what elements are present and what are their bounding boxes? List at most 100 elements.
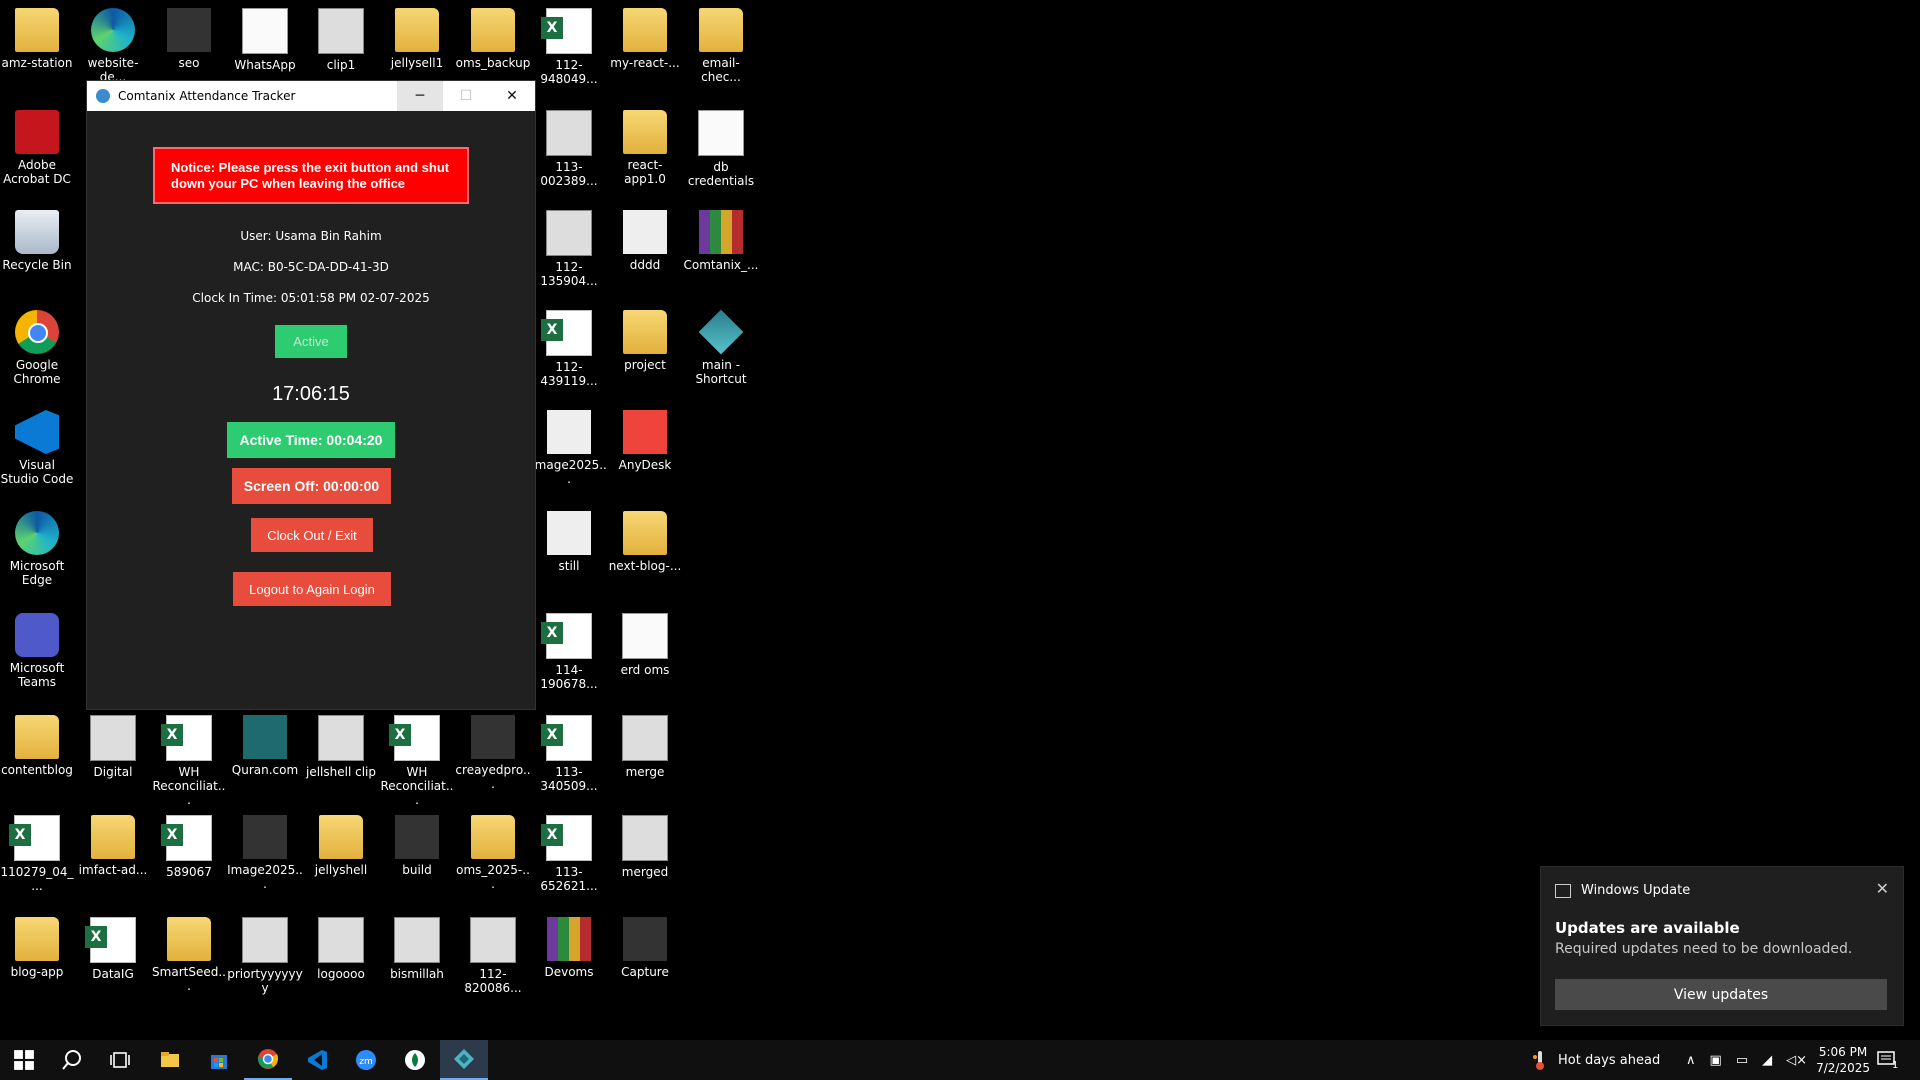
desktop-icon-teams[interactable]: Microsoft Teams bbox=[0, 613, 75, 689]
windows-start-icon bbox=[14, 1050, 34, 1070]
desktop-icon-recycle-bin[interactable]: Recycle Bin bbox=[0, 210, 75, 272]
search-button[interactable] bbox=[48, 1040, 96, 1080]
desktop-icon-excel[interactable]: 589067 bbox=[151, 815, 227, 879]
desktop-icon-folder[interactable]: jellyshell bbox=[303, 815, 379, 877]
desktop-icon-excel[interactable]: 114-190678... bbox=[531, 613, 607, 691]
desktop-icon-folder[interactable]: my-react-... bbox=[607, 8, 683, 70]
taskbar-clock[interactable]: 5:06 PM 7/2/2025 bbox=[1816, 1044, 1870, 1076]
desktop-icon-excel[interactable]: 112-948049... bbox=[531, 8, 607, 86]
desktop-icon-image[interactable]: jellshell clip bbox=[303, 715, 379, 779]
app-icon bbox=[405, 1050, 425, 1070]
taskbar-app[interactable] bbox=[391, 1040, 439, 1080]
desktop-icon-vscode[interactable]: Visual Studio Code bbox=[0, 410, 75, 486]
desktop-icon-excel[interactable]: WH Reconciliat... bbox=[379, 715, 455, 807]
desktop-icon-document[interactable]: WhatsApp bbox=[227, 8, 303, 72]
notification-close-button[interactable]: ✕ bbox=[1876, 879, 1889, 898]
desktop-icon-image[interactable]: logoooo bbox=[303, 917, 379, 981]
network-icon[interactable]: ◢ bbox=[1762, 1053, 1772, 1068]
desktop-icon-acrobat[interactable]: Adobe Acrobat DC bbox=[0, 110, 75, 186]
taskbar-vscode[interactable] bbox=[293, 1040, 341, 1080]
start-button[interactable] bbox=[0, 1040, 48, 1080]
desktop-icon-image[interactable]: merge bbox=[607, 715, 683, 779]
taskbar-attendance-tracker[interactable] bbox=[440, 1040, 488, 1080]
task-view-button[interactable] bbox=[96, 1040, 144, 1080]
windows-update-notification[interactable]: Windows Update ✕ Updates are available R… bbox=[1540, 866, 1904, 1026]
image-icon bbox=[622, 815, 668, 861]
desktop-icon-folder[interactable]: contentblog bbox=[0, 715, 75, 777]
desktop-icon-image[interactable]: 112-820086... bbox=[455, 917, 531, 995]
desktop-icon-rar[interactable]: Devoms bbox=[531, 917, 607, 979]
close-button[interactable]: ✕ bbox=[489, 81, 535, 111]
desktop-icon-excel[interactable]: 112-439119... bbox=[531, 310, 607, 388]
desktop-icon-image[interactable]: Image2025... bbox=[227, 815, 303, 891]
desktop-icon-image[interactable]: dddd bbox=[607, 210, 683, 272]
mac-address: MAC: B0-5C-DA-DD-41-3D bbox=[233, 260, 389, 274]
desktop-icon-image[interactable]: seo bbox=[151, 8, 227, 70]
zoom-icon: zm bbox=[356, 1050, 376, 1070]
folder-icon bbox=[319, 815, 363, 859]
maximize-button[interactable]: ☐ bbox=[443, 81, 489, 111]
desktop-icon-document[interactable]: db credentials bbox=[683, 110, 759, 188]
svg-text:zm: zm bbox=[359, 1057, 373, 1067]
desktop-icon-image[interactable]: still bbox=[531, 511, 607, 573]
desktop-icon-main-shortcut[interactable]: main - Shortcut bbox=[683, 309, 759, 386]
view-updates-button[interactable]: View updates bbox=[1555, 979, 1887, 1010]
desktop-icon-excel[interactable]: DataIG bbox=[75, 917, 151, 981]
desktop-icon-excel[interactable]: 113-340509... bbox=[531, 715, 607, 793]
chevron-up-icon[interactable]: ∧ bbox=[1686, 1053, 1696, 1068]
desktop-icon-folder[interactable]: email-chec... bbox=[683, 8, 759, 84]
desktop-icon-chrome[interactable]: Google Chrome bbox=[0, 310, 75, 386]
notification-header: Windows Update bbox=[1555, 883, 1690, 898]
security-icon[interactable]: ▣ bbox=[1710, 1053, 1722, 1068]
desktop-icon-image[interactable]: merged bbox=[607, 815, 683, 879]
desktop-icon-folder[interactable]: next-blog-... bbox=[607, 511, 683, 573]
desktop-icon-rar[interactable]: Comtanix_... bbox=[683, 210, 759, 272]
desktop-icon-build[interactable]: build bbox=[379, 815, 455, 877]
desktop-icon-anydesk[interactable]: AnyDesk bbox=[607, 410, 683, 472]
desktop-icon-document[interactable]: erd oms bbox=[607, 613, 683, 677]
desktop-icon-image[interactable]: creayedpro... bbox=[455, 715, 531, 791]
desktop-icon-image[interactable]: clip1 bbox=[303, 8, 379, 72]
desktop-icon-excel[interactable]: 110279_04_... bbox=[0, 815, 75, 893]
image-icon bbox=[546, 110, 592, 156]
weather-widget[interactable]: Hot days ahead bbox=[1532, 1040, 1660, 1080]
taskbar-chrome[interactable] bbox=[244, 1040, 292, 1080]
app-icon bbox=[698, 309, 744, 355]
battery-icon[interactable]: ▭ bbox=[1736, 1053, 1748, 1068]
image-icon bbox=[243, 815, 287, 859]
excel-icon bbox=[541, 613, 592, 659]
desktop-icon-image[interactable]: 113-002389... bbox=[531, 110, 607, 188]
minimize-button[interactable]: ─ bbox=[397, 81, 443, 111]
quran-icon bbox=[243, 715, 287, 759]
taskbar-file-explorer[interactable] bbox=[146, 1040, 194, 1080]
desktop-icon-excel[interactable]: 113-652621... bbox=[531, 815, 607, 893]
logout-button[interactable]: Logout to Again Login bbox=[233, 572, 391, 606]
desktop-icon-image[interactable]: Image2025... bbox=[531, 410, 607, 486]
volume-muted-icon[interactable]: ◁× bbox=[1786, 1053, 1807, 1068]
desktop-icon-folder[interactable]: imfact-ad... bbox=[75, 815, 151, 877]
desktop-icon-folder[interactable]: jellysell1 bbox=[379, 8, 455, 70]
desktop-icon-folder[interactable]: project bbox=[607, 310, 683, 372]
clock-out-button[interactable]: Clock Out / Exit bbox=[251, 518, 373, 552]
taskbar-store[interactable] bbox=[195, 1040, 243, 1080]
desktop-icon-image[interactable]: bismillah bbox=[379, 917, 455, 981]
notification-center-button[interactable]: 1 bbox=[1876, 1040, 1898, 1080]
excel-icon bbox=[9, 815, 60, 861]
window-titlebar[interactable]: Comtanix Attendance Tracker ─ ☐ ✕ bbox=[87, 81, 535, 111]
desktop-icon-excel[interactable]: WH Reconciliat... bbox=[151, 715, 227, 807]
taskbar-zoom[interactable]: zm bbox=[342, 1040, 390, 1080]
desktop-icon-edge[interactable]: Microsoft Edge bbox=[0, 511, 75, 587]
desktop-icon-folder[interactable]: react-app1.0 bbox=[607, 110, 683, 186]
desktop-icon-image[interactable]: Digital bbox=[75, 715, 151, 779]
desktop-icon-folder[interactable]: oms_backup bbox=[455, 8, 531, 70]
document-icon bbox=[242, 8, 288, 54]
desktop-icon-image[interactable]: priortyyyyyyy bbox=[227, 917, 303, 995]
desktop-icon-folder[interactable]: SmartSeed... bbox=[151, 917, 227, 993]
desktop-icon-quran[interactable]: Quran.com bbox=[227, 715, 303, 777]
desktop-icon-edge-shortcut[interactable]: website-de... bbox=[75, 8, 151, 84]
desktop-icon-image[interactable]: Capture bbox=[607, 917, 683, 979]
desktop-icon-folder[interactable]: amz-station bbox=[0, 8, 75, 70]
desktop-icon-image[interactable]: 112-135904... bbox=[531, 210, 607, 288]
desktop-icon-folder[interactable]: blog-app bbox=[0, 917, 75, 979]
desktop-icon-folder[interactable]: oms_2025-... bbox=[455, 815, 531, 891]
